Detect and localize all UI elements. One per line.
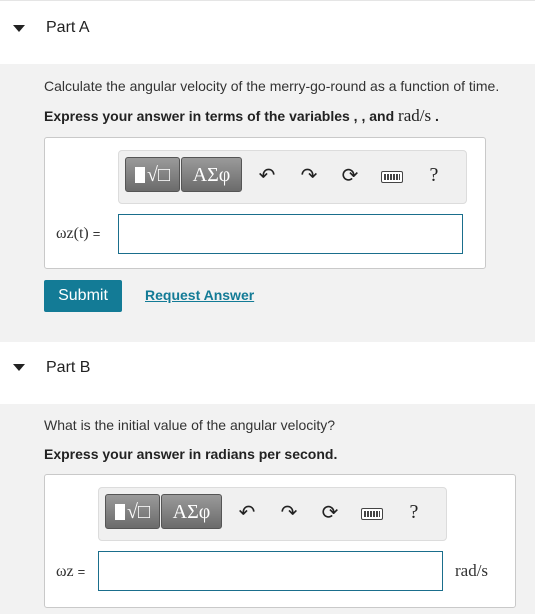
part-b-answer-input[interactable]: [98, 551, 443, 591]
part-a-header[interactable]: Part A: [0, 0, 535, 65]
part-b-title: Part B: [46, 359, 91, 376]
templates-button[interactable]: √□: [125, 157, 180, 192]
help-icon[interactable]: ?: [402, 500, 426, 524]
part-b-answer-box: √□ ΑΣφ ↶ ↷ ⟳ ? ωz = rad/s: [44, 474, 516, 608]
templates-button[interactable]: √□: [105, 494, 160, 529]
reset-icon[interactable]: ⟳: [338, 163, 362, 187]
symbols-button[interactable]: ΑΣφ: [181, 157, 242, 192]
redo-icon[interactable]: ↷: [297, 163, 321, 187]
part-a-question: Calculate the angular velocity of the me…: [44, 78, 500, 94]
part-a-toolbar: √□ ΑΣφ ↶ ↷ ⟳ ?: [118, 150, 467, 204]
caret-down-icon[interactable]: [13, 364, 25, 371]
part-b-instruction: Express your answer in radians per secon…: [44, 446, 338, 462]
submit-button[interactable]: Submit: [44, 280, 122, 312]
part-a-title: Part A: [46, 19, 90, 36]
template-square-icon: [114, 504, 125, 520]
help-icon[interactable]: ?: [422, 163, 446, 187]
request-answer-link[interactable]: Request Answer: [145, 287, 254, 303]
keyboard-icon[interactable]: [361, 508, 383, 520]
keyboard-icon[interactable]: [381, 171, 403, 183]
undo-icon[interactable]: ↶: [235, 500, 259, 524]
redo-icon[interactable]: ↷: [277, 500, 301, 524]
part-a-variable-label: ωz(t) =: [56, 225, 101, 242]
part-a-instruction-suffix: .: [431, 108, 439, 124]
symbols-button[interactable]: ΑΣφ: [161, 494, 222, 529]
part-a-instruction-text: Express your answer in terms of the vari…: [44, 108, 399, 124]
part-a-answer-input[interactable]: [118, 214, 463, 254]
undo-icon[interactable]: ↶: [255, 163, 279, 187]
template-square-icon: [134, 167, 145, 183]
caret-down-icon[interactable]: [13, 25, 25, 32]
reset-icon[interactable]: ⟳: [318, 500, 342, 524]
part-a-instruction: Express your answer in terms of the vari…: [44, 106, 439, 126]
part-a-instruction-unit: rad/s: [398, 106, 432, 125]
part-b-toolbar: √□ ΑΣφ ↶ ↷ ⟳ ?: [98, 487, 447, 541]
part-a-answer-box: √□ ΑΣφ ↶ ↷ ⟳ ? ωz(t) =: [44, 137, 486, 269]
part-b-header[interactable]: Part B: [0, 342, 535, 404]
part-b-unit: rad/s: [455, 561, 489, 580]
part-b-variable-label: ωz =: [56, 563, 86, 580]
part-b-question: What is the initial value of the angular…: [44, 417, 336, 433]
